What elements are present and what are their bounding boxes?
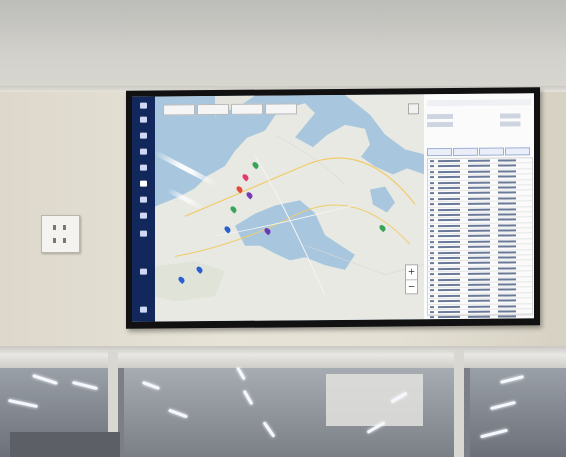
- filter-button[interactable]: [427, 147, 452, 157]
- map-tab-bar: [163, 103, 297, 116]
- map-tab-3[interactable]: [231, 103, 263, 115]
- posted-paper: [326, 374, 423, 426]
- window-mullion: [454, 350, 464, 457]
- map-land-shapes: [155, 94, 424, 322]
- map-icon[interactable]: [140, 180, 147, 187]
- table-row[interactable]: [428, 314, 532, 321]
- zoom-control: + −: [405, 264, 418, 295]
- glass-pane: [470, 368, 566, 457]
- list-icon[interactable]: [140, 164, 147, 171]
- panel-info-row: [427, 121, 531, 128]
- fullscreen-button[interactable]: [408, 103, 419, 115]
- zoom-out-button[interactable]: −: [406, 279, 417, 295]
- settings-icon[interactable]: [140, 132, 147, 139]
- filter-button[interactable]: [453, 147, 478, 156]
- report-icon[interactable]: [140, 196, 147, 203]
- panel-header: [427, 99, 531, 107]
- vehicle-table: [427, 157, 533, 322]
- map-tab-1[interactable]: [163, 104, 195, 116]
- vehicle-list-panel: [424, 93, 534, 322]
- map-tab-4[interactable]: [265, 103, 297, 115]
- home-icon[interactable]: [140, 116, 147, 123]
- user-icon[interactable]: [140, 212, 147, 219]
- filter-button[interactable]: [505, 147, 530, 156]
- panel-info-row: [427, 113, 531, 120]
- wall-mounted-tv: + −: [126, 87, 540, 329]
- user-avatar-icon[interactable]: [140, 268, 147, 275]
- partition-top-beam: [0, 346, 566, 368]
- ceiling: [0, 0, 566, 92]
- map-view[interactable]: + −: [155, 94, 424, 322]
- history-icon[interactable]: [140, 148, 147, 155]
- tv-screen: + −: [132, 93, 534, 322]
- menu-icon[interactable]: [140, 102, 147, 109]
- alert-icon[interactable]: [140, 230, 147, 237]
- map-tab-2[interactable]: [197, 103, 229, 116]
- filter-button[interactable]: [479, 147, 504, 156]
- shelving: [10, 432, 120, 457]
- table-row[interactable]: [428, 319, 532, 322]
- zoom-in-button[interactable]: +: [406, 265, 417, 279]
- wall-outlet: [41, 215, 80, 253]
- app-sidebar: [132, 96, 155, 322]
- logout-icon[interactable]: [140, 306, 147, 313]
